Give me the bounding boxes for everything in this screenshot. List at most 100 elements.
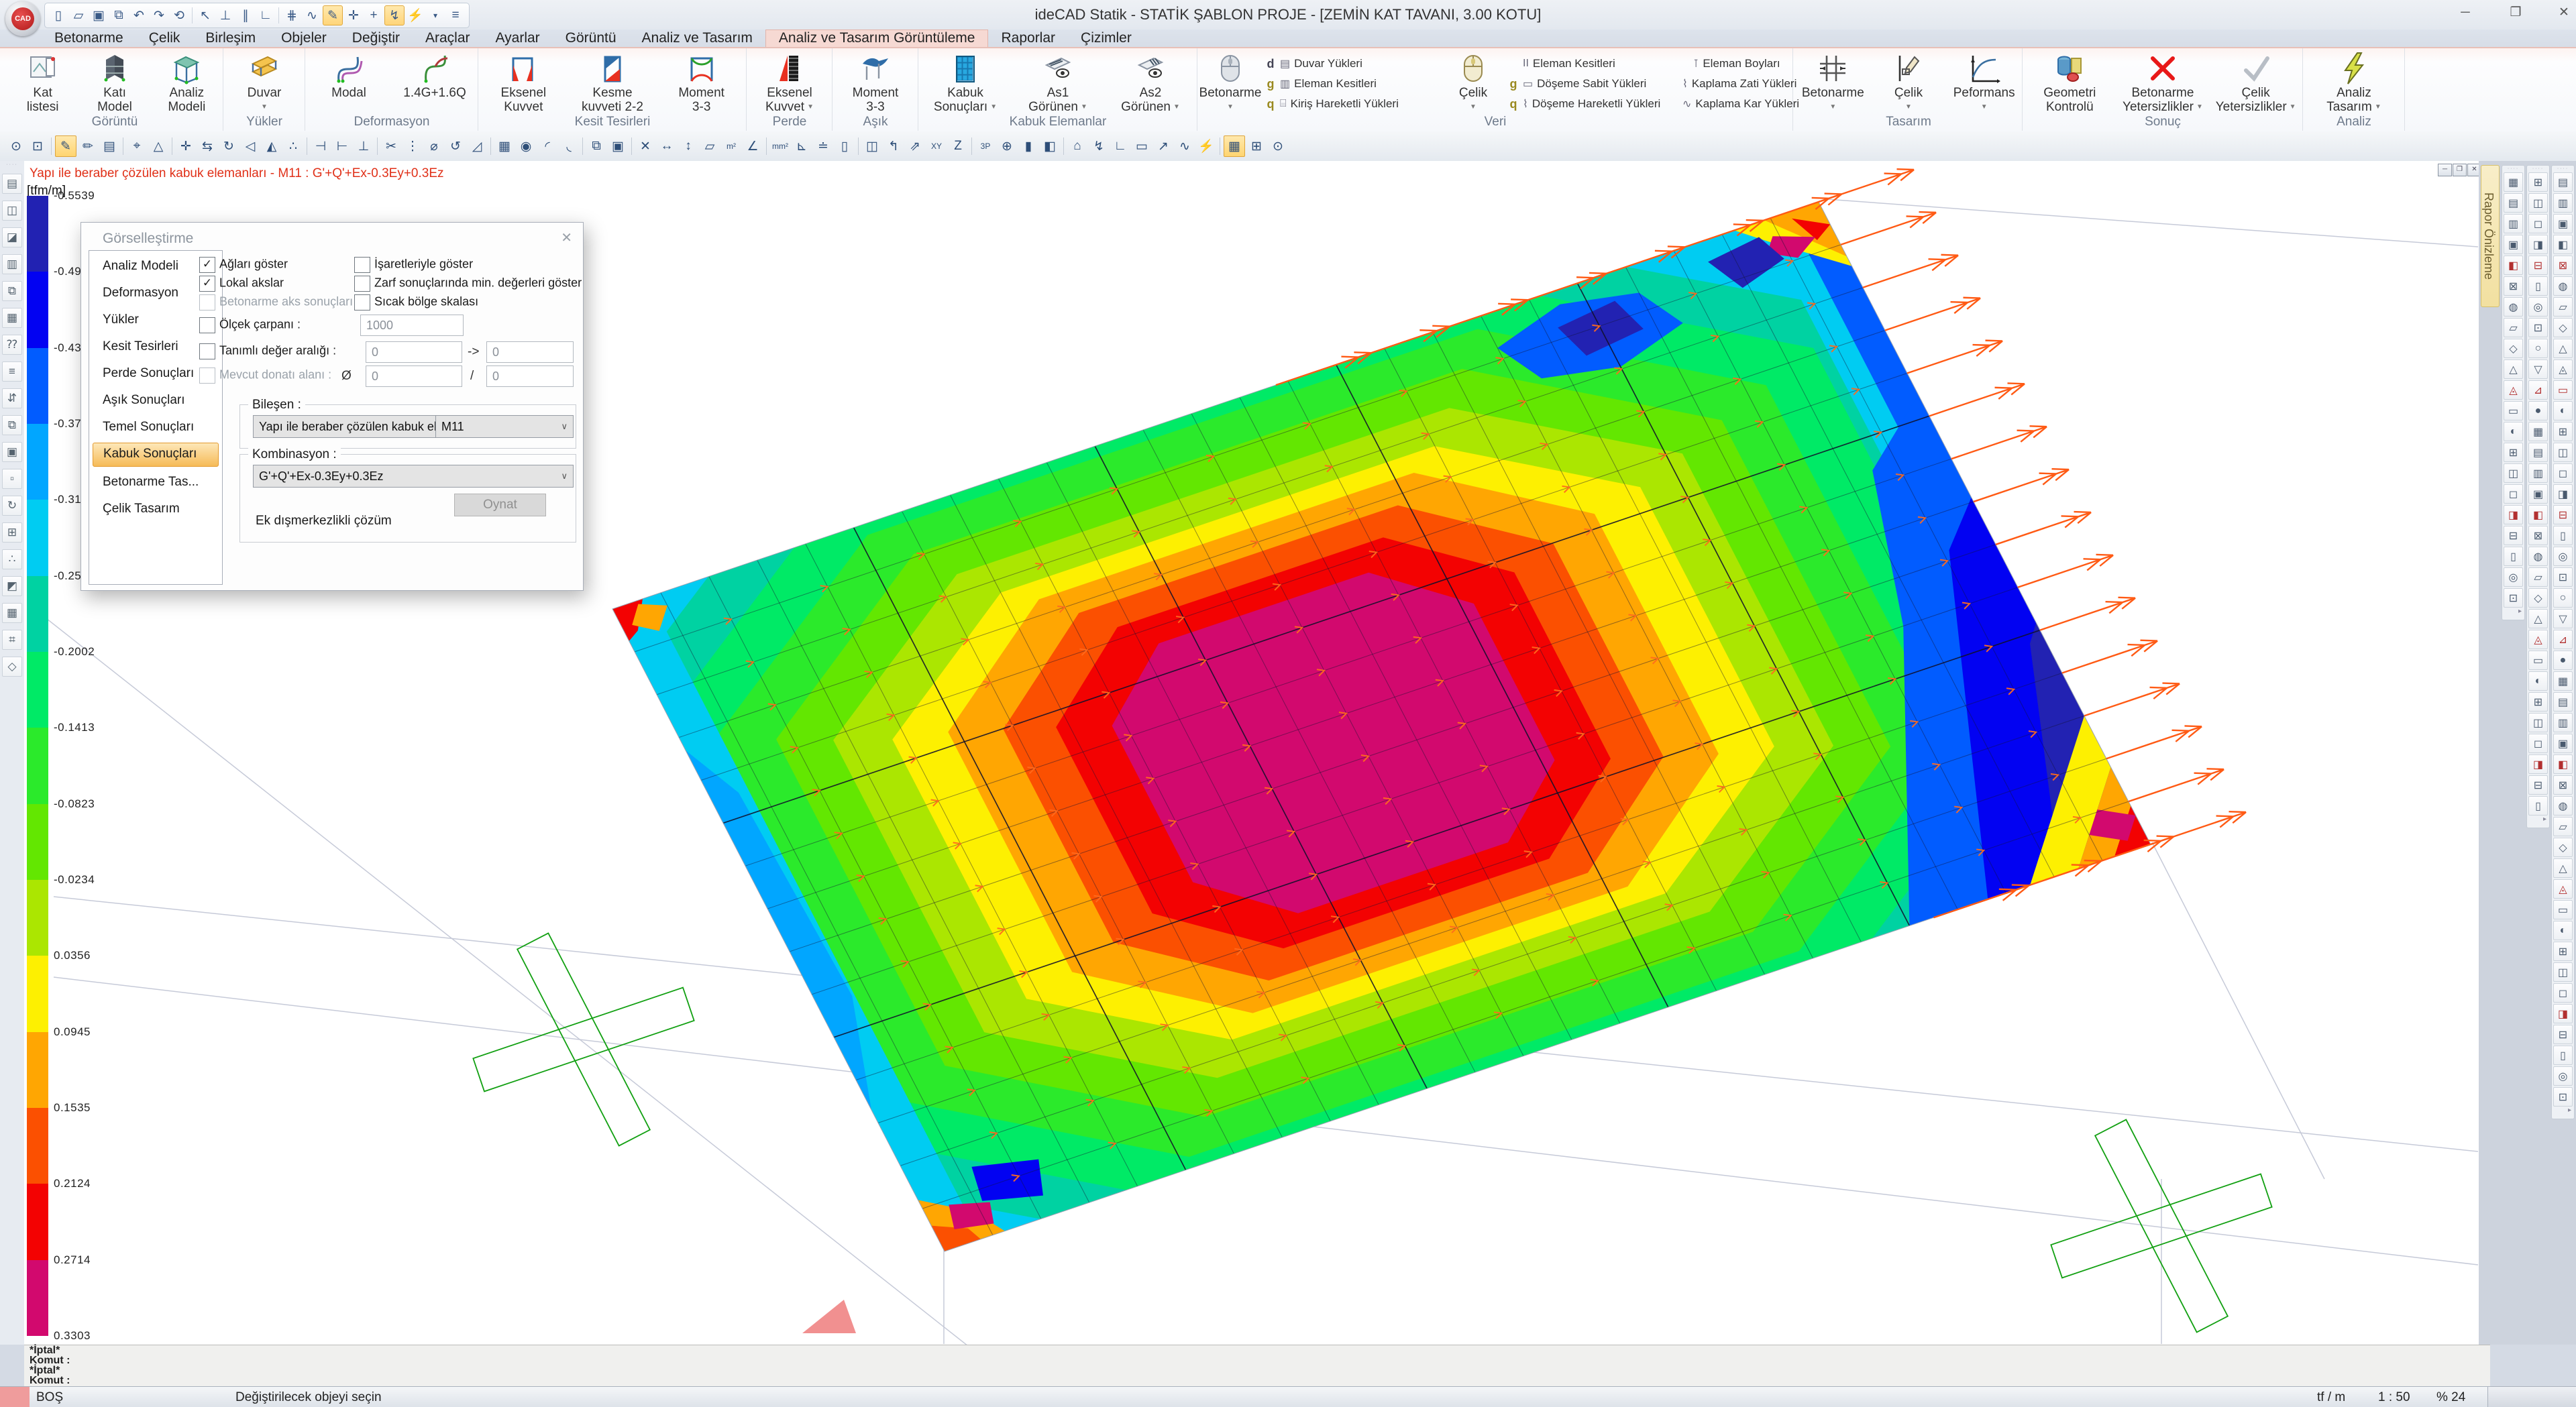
play-button[interactable]: Oynat (454, 494, 546, 516)
left-toolbar-icon[interactable]: ⇵ (2, 388, 22, 408)
range-to-input[interactable]: 0 (486, 341, 574, 363)
checkbox-aglari-goster[interactable]: ✓ (199, 257, 215, 273)
left-toolbar-icon[interactable]: ∴ (2, 549, 22, 569)
report-tool-icon[interactable]: ▯ (2553, 526, 2573, 545)
report-tool-icon[interactable]: ▱ (2528, 567, 2548, 587)
checkbox-mevcut-donati[interactable] (199, 368, 215, 384)
ribbon-button-1.4g+1.6q[interactable]: 1.4G+1.6Q (392, 51, 478, 114)
report-tool-icon[interactable]: ▥ (2553, 193, 2573, 213)
report-tool-icon[interactable]: ⊠ (2553, 256, 2573, 275)
report-tool-icon[interactable]: ◍ (2553, 276, 2573, 296)
menu-raporlar[interactable]: Raporlar (988, 30, 1068, 47)
stretch-icon[interactable]: ◭ (262, 136, 282, 156)
left-toolbar-icon[interactable]: ▫ (2, 469, 22, 489)
dome-tool-icon[interactable]: ◧ (1040, 136, 1060, 156)
report-tool-icon[interactable]: ▤ (2553, 172, 2573, 192)
dim-vertical-icon[interactable]: ↔ (657, 136, 677, 156)
match-props-icon[interactable]: ◟ (559, 136, 579, 156)
veri-item-duvar-y-kleri[interactable]: d▤Duvar Yükleri (1265, 54, 1438, 74)
dialog-list-item-temel-sonu-lar-[interactable]: Temel Sonuçları (93, 416, 219, 439)
report-tool-icon[interactable]: ▣ (2528, 484, 2548, 504)
veri-item-kaplama-kar-y-kleri[interactable]: ∿Kaplama Kar Yükleri (1678, 94, 1791, 114)
dialog-list-item-betonarme-tas-[interactable]: Betonarme Tas... (93, 471, 219, 494)
report-tool-icon[interactable]: ◐ (2528, 671, 2548, 691)
checkbox-olcek-carpani[interactable] (199, 317, 215, 333)
report-tool-icon[interactable]: △ (2553, 858, 2573, 878)
snap-node-icon[interactable]: ▦ (494, 136, 515, 156)
left-toolbar-icon[interactable]: ▤ (2, 174, 22, 194)
note-icon[interactable]: ▤ (99, 136, 119, 156)
menu-analiz-ve-tasar-m[interactable]: Analiz ve Tasarım (629, 30, 765, 47)
report-tool-icon[interactable]: ⊞ (2553, 422, 2573, 441)
report-tool-icon[interactable]: ◍ (2553, 796, 2573, 815)
report-tool-icon[interactable]: ◎ (2528, 297, 2548, 317)
ribbon-button-kabuk-sonu-lar-[interactable]: KabukSonuçları▼ (919, 51, 1012, 114)
veri-item-eleman-kesitleri[interactable]: ΙΙEleman Kesitleri (1508, 54, 1676, 74)
origin-tool-icon[interactable]: 3P (975, 136, 996, 156)
report-tool-icon[interactable]: ▣ (2504, 235, 2523, 254)
scale-tool-icon[interactable]: ◿ (467, 136, 487, 156)
menu-ayarlar[interactable]: Ayarlar (483, 30, 553, 47)
report-tool-icon[interactable]: ▯ (2504, 547, 2523, 566)
section-marker[interactable] (802, 1300, 856, 1333)
ribbon-button-geometri-kontrol-[interactable]: GeometriKontrolü (2023, 51, 2116, 114)
extend-icon[interactable]: ⊢ (332, 136, 352, 156)
rebar-spacing-input[interactable]: 0 (486, 365, 574, 387)
frame-select-icon[interactable]: ⧉ (586, 136, 606, 156)
curve-r-icon[interactable]: ▭ (1132, 136, 1152, 156)
left-toolbar-icon[interactable]: ⧉ (2, 415, 22, 435)
checkbox-lokal-akslar[interactable]: ✓ (199, 276, 215, 292)
veri-item-eleman-boylar-[interactable]: ⊺Eleman Boyları (1678, 54, 1791, 74)
report-tool-icon[interactable]: ◻ (2553, 983, 2573, 1003)
report-tool-icon[interactable]: ◍ (2528, 547, 2548, 566)
report-tool-icon[interactable]: ▤ (2528, 443, 2548, 462)
rebar-dia-input[interactable]: 0 (366, 365, 462, 387)
status-scale[interactable]: 1 : 50 (2371, 1387, 2436, 1407)
report-tool-icon[interactable]: ▭ (2553, 380, 2573, 400)
report-tool-icon[interactable]: ◫ (2504, 463, 2523, 483)
menu-analiz-ve-tasar-m-g-r-nt-leme[interactable]: Analiz ve Tasarım Görüntüleme (765, 30, 989, 47)
report-tool-icon[interactable]: ◻ (2528, 214, 2548, 233)
status-unit[interactable]: tf / m (2310, 1387, 2378, 1407)
report-tool-icon[interactable]: ◻ (2553, 463, 2573, 483)
report-tool-icon[interactable]: ◬ (2553, 879, 2573, 899)
scale-factor-input[interactable]: 1000 (360, 315, 464, 336)
checkbox-betonarme-aks[interactable] (199, 294, 215, 311)
ribbon-button-betonarme-yetersizlikler[interactable]: BetonarmeYetersizlikler▼ (2116, 51, 2210, 114)
ribbon-button-as1-g-r-nen[interactable]: As1Görünen▼ (1012, 51, 1104, 114)
report-tool-icon[interactable]: ⊡ (2528, 318, 2548, 337)
toolbar-grip[interactable]: ···· (0, 162, 24, 167)
ribbon-button-analiz-tasar-m[interactable]: AnalizTasarım▼ (2304, 51, 2404, 114)
report-tool-icon[interactable]: ▭ (2528, 651, 2548, 670)
report-tool-icon[interactable]: ◍ (2504, 297, 2523, 317)
report-tool-icon[interactable]: ◐ (2504, 422, 2523, 441)
align-icon[interactable]: ↺ (445, 136, 466, 156)
visualization-dialog[interactable]: Görselleştirme ✕ Analiz ModeliDeformasyo… (80, 222, 584, 591)
left-toolbar-icon[interactable]: ▥ (2, 254, 22, 274)
rotate-icon[interactable]: ↻ (219, 136, 239, 156)
veri-item-eleman-kesitleri[interactable]: g▥Eleman Kesitleri (1265, 74, 1438, 94)
report-tool-icon[interactable]: ▤ (2504, 193, 2523, 213)
checkbox-zarf-min[interactable] (354, 276, 370, 292)
array-icon[interactable]: ∴ (283, 136, 303, 156)
menu--izimler[interactable]: Çizimler (1068, 30, 1144, 47)
report-tool-icon[interactable]: △ (2553, 339, 2573, 358)
shear-wall-section[interactable] (473, 933, 694, 1145)
report-tool-icon[interactable]: ▱ (2553, 817, 2573, 836)
report-tool-icon[interactable]: ▥ (2528, 463, 2548, 483)
report-tool-icon[interactable]: ◎ (2504, 567, 2523, 587)
report-tool-icon[interactable]: ◫ (2553, 443, 2573, 462)
report-tool-icon[interactable]: ⊿ (2528, 380, 2548, 400)
report-tool-icon[interactable]: ▱ (2553, 297, 2573, 317)
report-tool-icon[interactable]: ▦ (2553, 671, 2573, 691)
report-tool-icon[interactable]: ▥ (2504, 214, 2523, 233)
ribbon-button-moment-3-3[interactable]: Moment3-3 (657, 51, 746, 114)
report-tool-icon[interactable]: ◫ (2528, 713, 2548, 732)
report-tool-icon[interactable]: ⊞ (2528, 172, 2548, 192)
menu--elik[interactable]: Çelik (136, 30, 193, 47)
toolbar-grip[interactable]: ···· (2502, 166, 2524, 171)
ribbon-button--elik-yetersizlikler[interactable]: ÇelikYetersizlikler▼ (2209, 51, 2302, 114)
dialog-list-item--elik-tasar-m[interactable]: Çelik Tasarım (93, 498, 219, 520)
report-tool-icon[interactable]: ⊡ (2553, 1087, 2573, 1107)
left-toolbar-icon[interactable]: ▦ (2, 308, 22, 328)
